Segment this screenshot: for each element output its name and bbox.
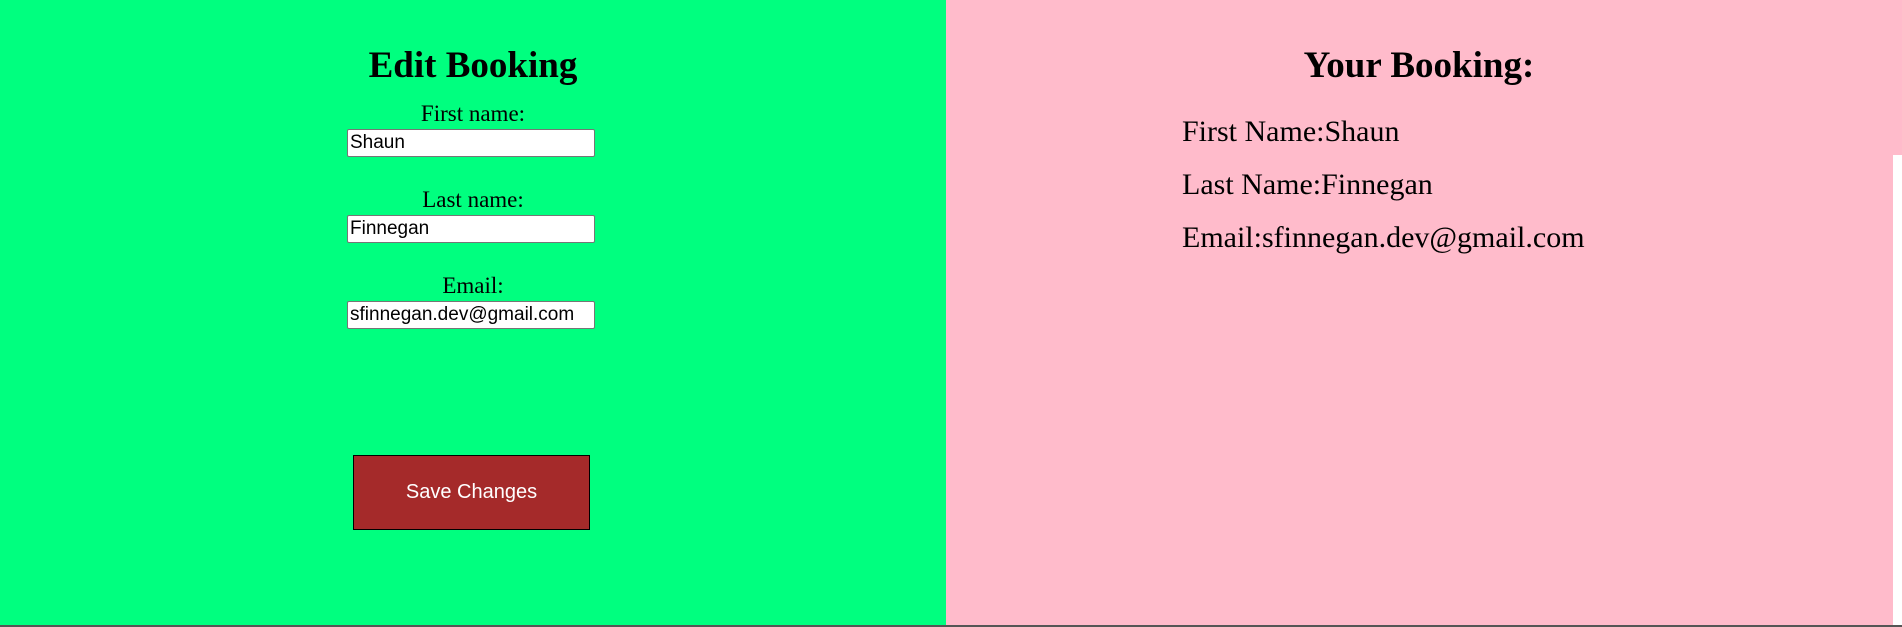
summary-email: Email:sfinnegan.dev@gmail.com bbox=[1182, 221, 1585, 255]
last-name-label: Last name: bbox=[422, 187, 524, 212]
summary-email-value: sfinnegan.dev@gmail.com bbox=[1261, 221, 1585, 254]
summary-email-label: Email: bbox=[1182, 221, 1262, 254]
summary-last-name-value: Finnegan bbox=[1321, 168, 1433, 201]
email-label: Email: bbox=[442, 273, 504, 298]
first-name-label: First name: bbox=[420, 101, 526, 126]
save-changes-button[interactable]: Save Changes bbox=[353, 455, 590, 530]
scrollbar-thumb[interactable] bbox=[1893, 155, 1902, 625]
booking-summary-panel: Your Booking: First Name:Shaun Last Name… bbox=[946, 0, 1892, 625]
booking-summary-title: Your Booking: bbox=[1303, 45, 1535, 86]
summary-first-name-label: First Name: bbox=[1182, 115, 1325, 148]
page: Edit Booking First name: Last name: Emai… bbox=[0, 0, 1902, 627]
email-input[interactable] bbox=[347, 301, 595, 329]
last-name-input[interactable] bbox=[347, 215, 595, 243]
edit-booking-panel: Edit Booking First name: Last name: Emai… bbox=[0, 0, 946, 625]
summary-last-name: Last Name:Finnegan bbox=[1182, 168, 1433, 202]
first-name-input[interactable] bbox=[347, 129, 595, 157]
summary-first-name-value: Shaun bbox=[1324, 115, 1400, 148]
summary-last-name-label: Last Name: bbox=[1182, 168, 1322, 201]
summary-first-name: First Name:Shaun bbox=[1182, 115, 1400, 149]
edit-booking-title: Edit Booking bbox=[368, 45, 578, 86]
